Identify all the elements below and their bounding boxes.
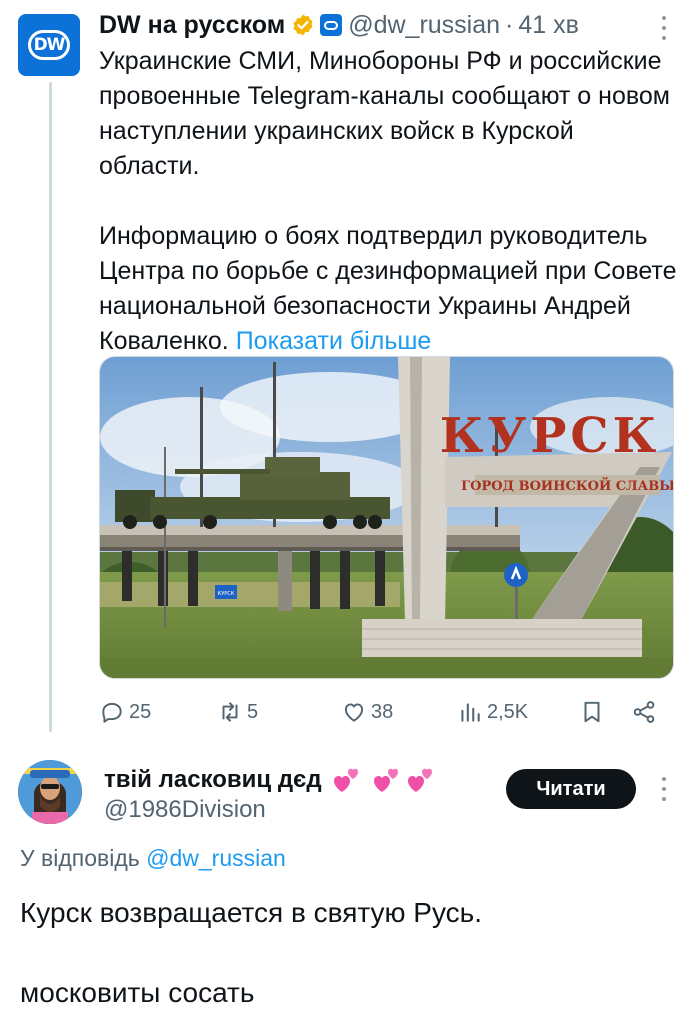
author-avatar[interactable]: DW: [18, 14, 80, 76]
share-icon: [633, 701, 655, 723]
tweet-paragraph-1: Украинские СМИ, Минобороны РФ и российск…: [99, 47, 670, 180]
replying-to-line: У відповідь @dw_russian: [20, 845, 286, 872]
reply-count: 25: [129, 700, 152, 723]
sign-subtext: ГОРОД ВОИНСКОЙ СЛАВЫ: [461, 477, 674, 494]
show-more-link[interactable]: Показати більше: [236, 327, 432, 355]
dw-logo-text: DW: [33, 35, 66, 55]
two-hearts-emoji-icon: [333, 768, 358, 792]
reply-line-1: Курск возвращается в святую Русь.: [20, 897, 482, 928]
hearts-emoji-group: [328, 765, 436, 795]
reply-text: Курск возвращается в святую Русь. москов…: [20, 893, 680, 1024]
views-count: 2,5K: [487, 700, 529, 723]
verified-gold-badge-icon: [293, 14, 313, 36]
views-button[interactable]: 2,5K: [457, 693, 528, 731]
reply-line-2: московиты сосать: [20, 977, 255, 1008]
reply-header: твій ласковиц дєд: [104, 762, 436, 798]
replying-prefix: У відповідь: [20, 845, 140, 871]
heart-icon: [344, 703, 364, 722]
kursk-sign-photo: КУРСК КУРСК ГОРОД ВОИНСКОЙ СЛАВЫ: [100, 357, 674, 678]
author-handle[interactable]: @dw_russian: [348, 11, 500, 40]
follow-button[interactable]: Читати: [506, 769, 636, 809]
tweet-photo[interactable]: КУРСК КУРСК ГОРОД ВОИНСКОЙ СЛАВЫ: [99, 356, 674, 679]
more-options-icon[interactable]: [661, 16, 667, 40]
like-count: 38: [371, 700, 394, 723]
tweet-text: Украинские СМИ, Минобороны РФ и российск…: [99, 44, 679, 359]
share-button[interactable]: [631, 693, 661, 731]
post-time[interactable]: 41 хв: [518, 11, 579, 40]
two-hearts-emoji-icon: [373, 768, 398, 792]
views-icon: [461, 703, 480, 722]
author-name[interactable]: DW на русском: [99, 11, 285, 40]
road-sign-text: КУРСК: [218, 591, 235, 597]
sign-letters: КУРСК: [440, 408, 661, 464]
like-button[interactable]: 38: [341, 693, 393, 731]
tweet-action-bar: 25 5 38 2,5K: [99, 693, 674, 731]
reply-author-avatar[interactable]: [18, 760, 82, 824]
replying-to-mention[interactable]: @dw_russian: [146, 845, 286, 871]
thread-connector-line: [49, 82, 52, 732]
dw-logo: DW: [28, 30, 70, 60]
two-hearts-emoji-icon: [407, 768, 432, 792]
reply-icon: [102, 702, 122, 723]
repost-icon: [222, 702, 238, 722]
reply-more-options-icon[interactable]: [661, 777, 667, 801]
separator-dot: ·: [505, 10, 514, 39]
repost-count: 5: [247, 700, 259, 723]
bookmark-icon: [584, 701, 600, 723]
reply-author-name[interactable]: твій ласковиц дєд: [104, 766, 322, 794]
reply-author-handle[interactable]: @1986Division: [104, 796, 266, 824]
tweet-header: DW на русском @dw_russian · 41 хв: [99, 8, 679, 42]
avatar-photo: [18, 760, 82, 824]
repost-button[interactable]: 5: [217, 693, 258, 731]
tweet-paragraph-2: Информацию о боях подтвердил руководител…: [99, 219, 679, 359]
bookmark-button[interactable]: [579, 693, 609, 731]
reply-button[interactable]: 25: [99, 693, 151, 731]
affiliate-badge-icon: [320, 14, 343, 36]
